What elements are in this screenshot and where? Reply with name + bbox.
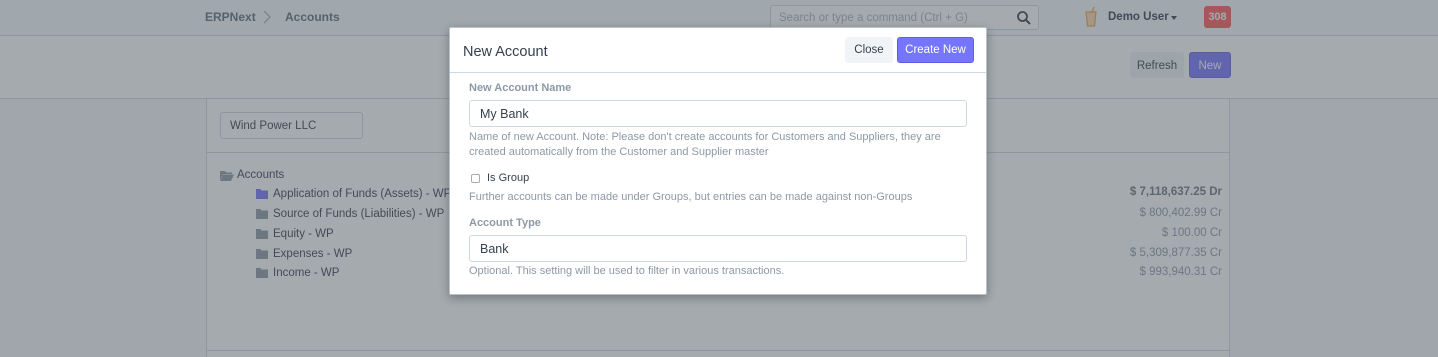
new-account-dialog: New Account Close Create New New Account… (449, 27, 987, 295)
account-name-input[interactable]: My Bank (469, 100, 967, 127)
account-name-help: Name of new Account. Note: Please don't … (469, 131, 941, 158)
account-name-value: My Bank (480, 107, 529, 121)
account-type-help: Optional. This setting will be used to f… (469, 265, 785, 277)
close-button[interactable]: Close (845, 37, 893, 63)
account-type-label: Account Type (469, 217, 541, 229)
account-type-input[interactable]: Bank (469, 235, 967, 262)
account-name-label: New Account Name (469, 82, 572, 94)
is-group-label[interactable]: Is Group (487, 172, 529, 184)
modal-title: New Account (463, 44, 548, 60)
divider (450, 72, 986, 73)
is-group-help: Further accounts can be made under Group… (469, 191, 913, 203)
is-group-checkbox[interactable] (471, 174, 480, 183)
create-new-button[interactable]: Create New (897, 37, 974, 63)
account-type-value: Bank (480, 242, 509, 256)
